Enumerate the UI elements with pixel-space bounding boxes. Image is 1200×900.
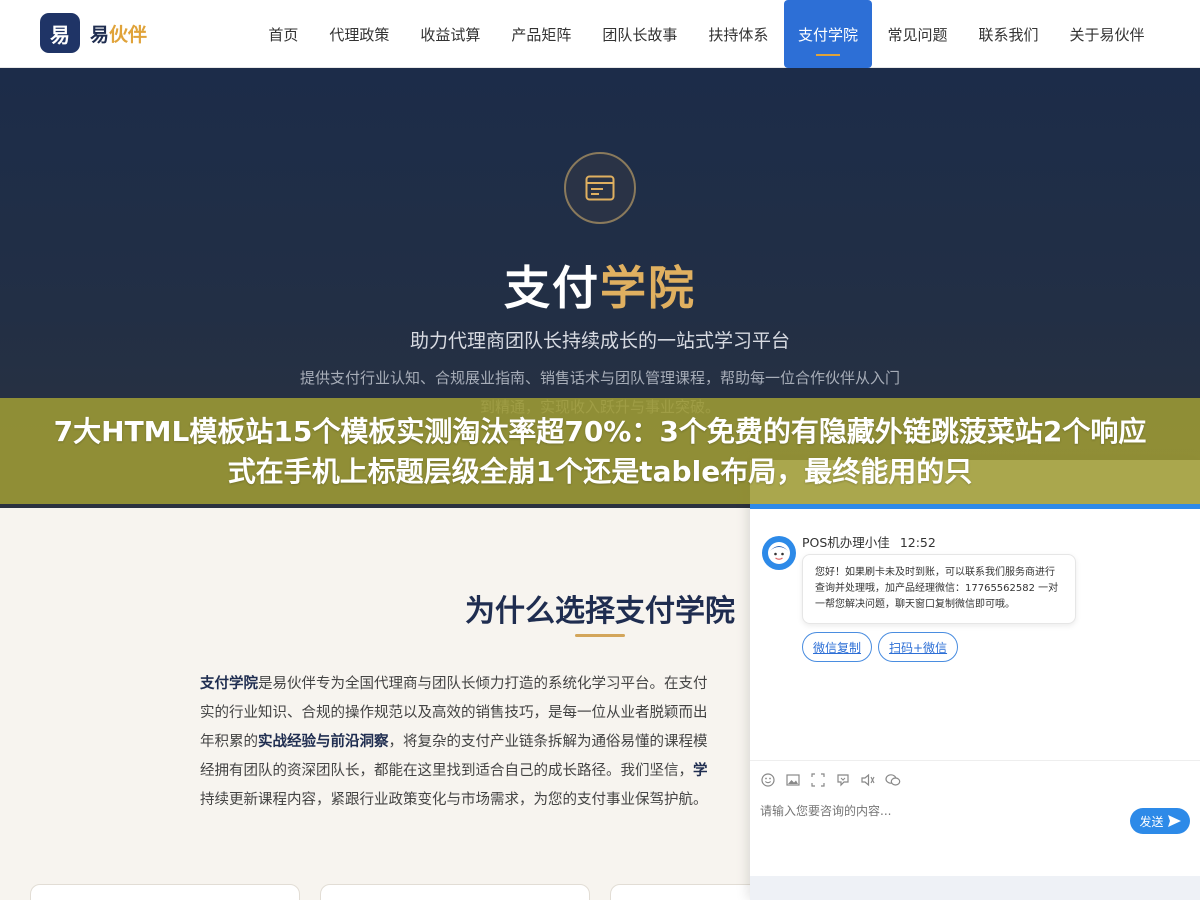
logo-name: 易伙伴 <box>90 20 147 47</box>
nav-income-calculator[interactable]: 收益试算 <box>405 0 496 68</box>
site-header: 易 易伙伴 首页 代理政策 收益试算 产品矩阵 团队长故事 扶持体系 支付学院 … <box>0 0 1200 68</box>
why-line-3-c: ，将复杂的支付产业链条拆解为通俗易懂的课程模 <box>388 734 708 750</box>
why-line-3: 年积累的实战经验与前沿洞察，将复杂的支付产业链条拆解为通俗易懂的课程模 <box>200 728 760 757</box>
nav-faq[interactable]: 常见问题 <box>872 0 963 68</box>
feature-card[interactable] <box>320 884 590 900</box>
image-icon[interactable] <box>785 772 801 788</box>
main-nav: 首页 代理政策 收益试算 产品矩阵 团队长故事 扶持体系 支付学院 常见问题 联… <box>253 0 1160 68</box>
send-label: 发送 <box>1139 814 1164 829</box>
chat-message-input[interactable] <box>760 800 1120 822</box>
chat-accent-bar <box>750 504 1200 509</box>
logo-name-accent: 伙伴 <box>109 23 148 46</box>
screenshot-icon[interactable] <box>810 772 826 788</box>
send-arrow-icon <box>1167 815 1181 827</box>
agent-avatar <box>762 536 796 570</box>
why-line-2: 实的行业知识、合规的操作规范以及高效的销售技巧，是每一位从业者脱颖而出 <box>200 705 708 721</box>
nav-about[interactable]: 关于易伙伴 <box>1054 0 1160 68</box>
agent-name: POS机办理小佳 <box>802 535 890 550</box>
why-line-1-text: 是易伙伴专为全国代理商与团队长倾力打造的系统化学习平台。在支付 <box>258 676 708 692</box>
why-paragraph: 支付学院是易伙伴专为全国代理商与团队长倾力打造的系统化学习平台。在支付 实的行业… <box>200 670 760 820</box>
chat-footer <box>750 876 1200 900</box>
nav-payment-academy[interactable]: 支付学院 <box>783 0 872 68</box>
agent-header: POS机办理小佳 12:52 <box>802 532 936 551</box>
nav-contact[interactable]: 联系我们 <box>963 0 1054 68</box>
overlay-headline-banner: 7大HTML模板站15个模板实测淘汰率超70%：3个免费的有隐藏外链跳菠菜站2个… <box>0 398 1200 504</box>
nav-leader-stories[interactable]: 团队长故事 <box>587 0 693 68</box>
send-button[interactable]: 发送 <box>1130 808 1190 834</box>
scan-wechat-button[interactable]: 扫码+微信 <box>878 632 959 662</box>
copy-wechat-button[interactable]: 微信复制 <box>802 632 873 662</box>
feature-card[interactable] <box>30 884 300 900</box>
why-highlight-experience: 实战经验与前沿洞察 <box>258 734 389 750</box>
emoji-icon[interactable] <box>760 772 776 788</box>
why-line-1: 支付学院是易伙伴专为全国代理商与团队长倾力打造的系统化学习平台。在支付 <box>200 670 760 699</box>
banner-headline: 7大HTML模板站15个模板实测淘汰率超70%：3个免费的有隐藏外链跳菠菜站2个… <box>53 415 1147 488</box>
why-line-4-a: 经拥有团队的资深团队长，都能在这里找到适合自己的成长路径。我们坚信， <box>200 763 693 779</box>
why-highlight-academy: 支付学院 <box>200 676 258 692</box>
nav-support-system[interactable]: 扶持体系 <box>693 0 784 68</box>
chat-toolbar <box>750 760 1200 798</box>
hero-title-accent: 学院 <box>600 261 696 315</box>
hero-title: 支付学院 <box>0 252 1200 318</box>
chat-widget: POS机办理小佳 12:52 您好！如果刷卡未及时到账，可以联系我们服务商进行查询… <box>750 460 1200 900</box>
site-logo[interactable]: 易 易伙伴 <box>40 13 147 53</box>
logo-badge: 易 <box>40 13 80 53</box>
sound-icon[interactable] <box>860 772 876 788</box>
why-line-4-b: 学 <box>693 763 708 779</box>
logo-name-main: 易 <box>90 23 110 46</box>
rating-icon[interactable] <box>835 772 851 788</box>
message-time: 12:52 <box>899 535 936 550</box>
nav-home[interactable]: 首页 <box>253 0 314 68</box>
why-line-4: 经拥有团队的资深团队长，都能在这里找到适合自己的成长路径。我们坚信，学 <box>200 757 760 786</box>
hero-title-main: 支付 <box>504 261 600 315</box>
agent-message-bubble: 您好！如果刷卡未及时到账，可以联系我们服务商进行查询并处理哦，加产品经理微信：1… <box>802 554 1076 624</box>
why-line-5: 持续更新课程内容，紧跟行业政策变化与市场需求，为您的支付事业保驾护航。 <box>200 792 708 808</box>
nav-agent-policy[interactable]: 代理政策 <box>314 0 405 68</box>
window-card-icon <box>585 175 615 201</box>
agent-face-icon <box>768 542 790 564</box>
academy-icon <box>564 152 636 224</box>
title-underline <box>575 634 625 637</box>
hero-subtitle: 助力代理商团队长持续成长的一站式学习平台 <box>409 330 790 352</box>
nav-product-matrix[interactable]: 产品矩阵 <box>496 0 587 68</box>
why-line-3-a: 年积累的 <box>200 734 258 750</box>
wechat-icon[interactable] <box>885 772 901 788</box>
